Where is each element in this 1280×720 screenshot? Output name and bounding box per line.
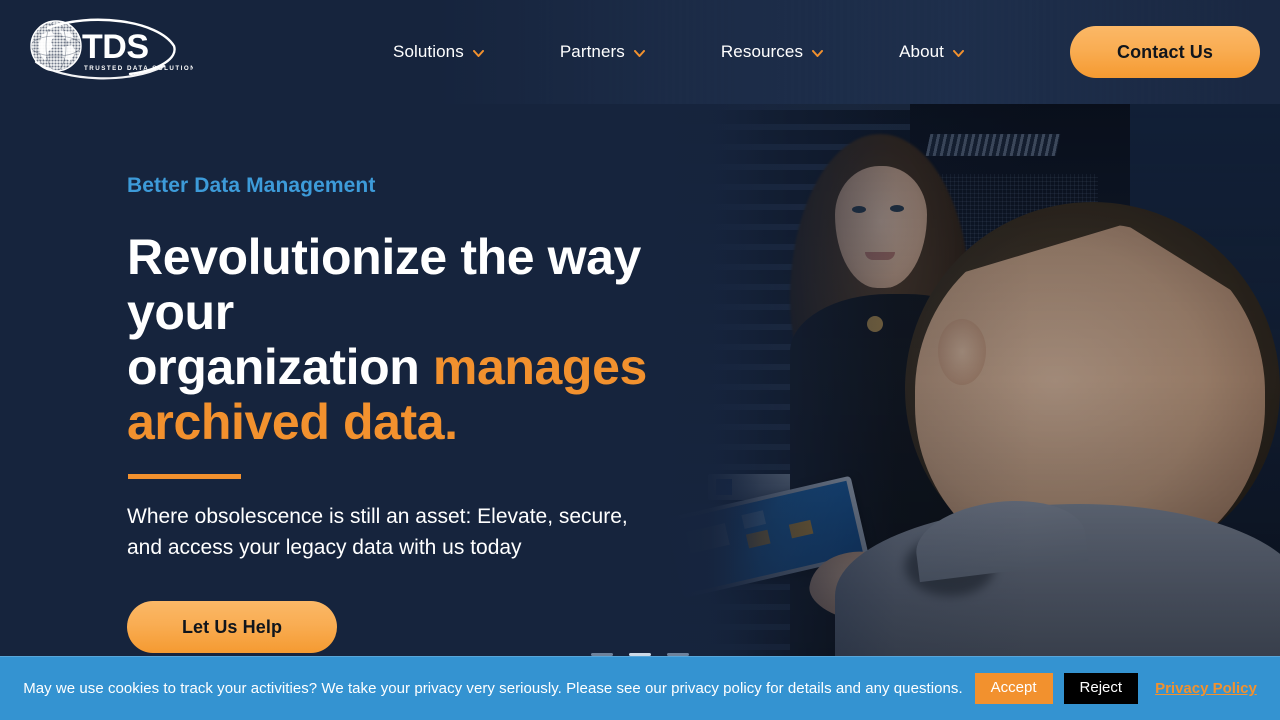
headline-line-2-accent: manages — [432, 339, 647, 395]
chevron-down-icon — [633, 49, 645, 57]
nav-label: About — [899, 42, 945, 61]
globe-icon: TDS TRUSTED DATA SOLUTIONS — [30, 18, 193, 80]
hero-subcopy: Where obsolescence is still an asset: El… — [127, 501, 697, 563]
hero-copy: Better Data Management Revolutionize the… — [127, 174, 747, 653]
cookie-message: May we use cookies to track your activit… — [23, 680, 963, 697]
hero-eyebrow: Better Data Management — [127, 174, 376, 197]
site-header: TDS TRUSTED DATA SOLUTIONS Solutions Par… — [0, 0, 1280, 104]
nav-label: Partners — [559, 42, 625, 61]
chevron-down-icon — [812, 49, 824, 57]
nav-label: Resources — [720, 42, 804, 61]
chevron-down-icon — [472, 49, 484, 57]
main-navigation: Solutions Partners Resources About — [355, 0, 1002, 104]
privacy-policy-link[interactable]: Privacy Policy — [1155, 680, 1257, 697]
nav-label: Solutions — [393, 42, 464, 61]
svg-text:TRUSTED DATA SOLUTIONS: TRUSTED DATA SOLUTIONS — [84, 65, 193, 72]
svg-text:TDS: TDS — [82, 28, 149, 66]
chevron-down-icon — [953, 49, 965, 57]
headline-line-3-accent: archived data. — [127, 394, 458, 450]
photo-left-fade — [660, 104, 1280, 656]
subcopy-line-2: and access your legacy data with us toda… — [127, 536, 522, 559]
contact-us-button[interactable]: Contact Us — [1070, 26, 1260, 78]
cookie-accept-button[interactable]: Accept — [974, 673, 1053, 704]
nav-item-solutions[interactable]: Solutions — [355, 42, 522, 62]
page-root: TDS TRUSTED DATA SOLUTIONS Solutions Par… — [0, 0, 1280, 720]
headline-line-2-plain: organization — [127, 339, 433, 395]
hero-section: Better Data Management Revolutionize the… — [0, 104, 1280, 656]
site-logo[interactable]: TDS TRUSTED DATA SOLUTIONS — [18, 14, 193, 89]
nav-item-about[interactable]: About — [861, 42, 1002, 62]
cookie-consent-banner: May we use cookies to track your activit… — [0, 656, 1280, 720]
hero-divider-rule — [128, 474, 241, 479]
let-us-help-button[interactable]: Let Us Help — [127, 601, 337, 653]
cookie-reject-button[interactable]: Reject — [1063, 673, 1139, 704]
headline-line-1: Revolutionize the way your — [127, 229, 641, 340]
hero-headline: Revolutionize the way your organization … — [127, 230, 747, 450]
nav-item-partners[interactable]: Partners — [522, 42, 683, 62]
hero-photo — [660, 104, 1280, 656]
subcopy-line-1: Where obsolescence is still an asset: El… — [127, 505, 628, 528]
nav-item-resources[interactable]: Resources — [683, 42, 861, 62]
